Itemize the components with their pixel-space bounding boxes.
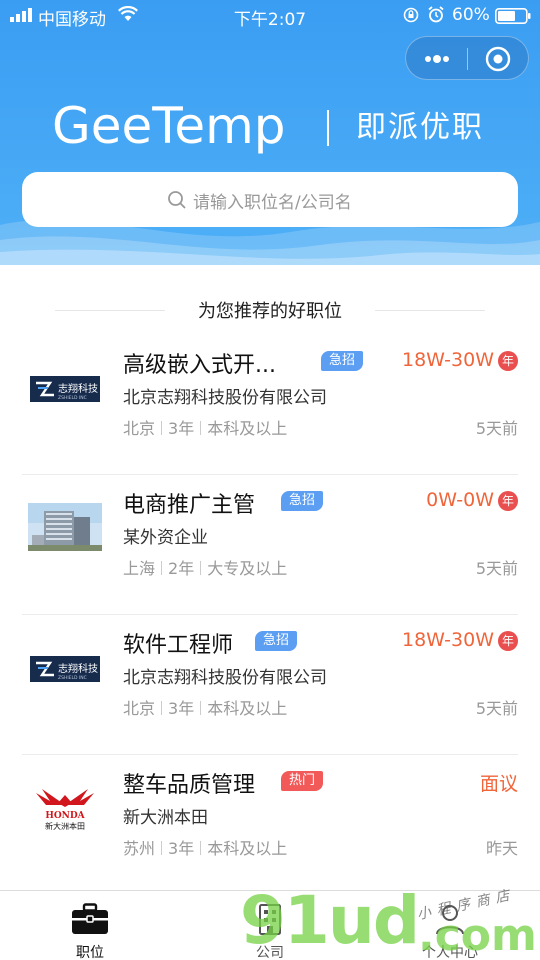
job-tag-badge: 急招	[281, 491, 324, 511]
job-education: 大专及以上	[207, 559, 288, 578]
company-logo-sub: 新大洲本田	[45, 821, 85, 831]
status-bar: 中国移动 下午2:07 60%	[0, 0, 540, 30]
meta-separator	[200, 561, 202, 575]
job-tag-badge: 急招	[255, 631, 298, 651]
job-title: 电商推广主管	[123, 493, 256, 518]
salary-range: 18W-30W	[401, 629, 494, 651]
tab-jobs-label: 职位	[76, 945, 104, 960]
meta-separator	[161, 561, 163, 575]
company-logo-name: 志翔科技	[58, 662, 98, 675]
posted-time: 5天前	[475, 419, 518, 438]
rotation-lock-icon	[403, 7, 419, 23]
job-city: 上海	[123, 559, 156, 578]
company-logo-name: HONDA	[45, 811, 85, 821]
job-experience: 2年	[168, 559, 195, 578]
job-experience: 3年	[168, 839, 195, 858]
meta-separator	[161, 841, 163, 855]
company-logo: 志翔科技 ZSHIELD INC	[28, 365, 102, 413]
logo-english: GeeTemp	[52, 97, 286, 155]
company-name: 新大洲本田	[123, 808, 208, 828]
briefcase-icon	[72, 903, 108, 934]
tab-profile-label: 个人中心	[422, 945, 478, 960]
job-requirements: 上海 2年 大专及以上	[123, 555, 287, 579]
company-logo: 志翔科技 ZSHIELD INC	[28, 645, 102, 693]
job-requirements: 北京 3年 本科及以上	[123, 415, 287, 439]
company-logo-sub: ZSHIELD INC	[58, 675, 87, 681]
posted-time: 5天前	[475, 699, 518, 718]
recommend-section-header: 为您推荐的好职位	[0, 295, 540, 325]
header-banner: 中国移动 下午2:07 60% GeeTemp 即派优职 请输入职位名/公司名	[0, 0, 540, 265]
company-logo	[28, 503, 102, 551]
salary-range: 0W-0W	[426, 489, 494, 511]
battery-percent: 60%	[452, 5, 490, 25]
job-experience: 3年	[168, 699, 195, 718]
salary-unit-badge: 年	[498, 631, 518, 651]
salary-unit-badge: 年	[498, 351, 518, 371]
job-card[interactable]: 志翔科技 ZSHIELD INC 高级嵌入式开... 急招 18W-30W 年北京志翔科技…	[0, 335, 540, 475]
search-placeholder: 请输入职位名/公司名	[193, 193, 352, 213]
capsule-divider	[467, 48, 468, 70]
job-education: 本科及以上	[207, 839, 288, 858]
close-miniprogram-icon[interactable]	[485, 46, 511, 72]
company-logo-name: 志翔科技	[58, 382, 98, 395]
tab-profile[interactable]: 个人中心	[360, 891, 540, 960]
tab-companies[interactable]: 公司	[180, 891, 360, 960]
salary-unit-badge: 年	[498, 491, 518, 511]
posted-time: 昨天	[485, 839, 518, 858]
company-logo: HONDA 新大洲本田	[28, 781, 102, 837]
company-name: 某外资企业	[123, 528, 208, 548]
battery-icon	[495, 8, 531, 24]
posted-time: 5天前	[475, 559, 518, 578]
job-city: 北京	[123, 419, 156, 438]
building-icon	[259, 904, 281, 935]
job-card[interactable]: 志翔科技 ZSHIELD INC 软件工程师 急招 18W-30W 年北京志翔科技股份有限…	[0, 615, 540, 755]
logo-separator	[327, 110, 329, 146]
logo-chinese: 即派优职	[356, 110, 484, 145]
job-education: 本科及以上	[207, 419, 288, 438]
company-name: 北京志翔科技股份有限公司	[123, 668, 327, 688]
job-tag-badge: 热门	[281, 771, 324, 791]
job-title: 高级嵌入式开...	[123, 353, 276, 378]
job-requirements: 苏州 3年 本科及以上	[123, 835, 287, 859]
search-icon	[168, 191, 186, 209]
job-education: 本科及以上	[207, 699, 288, 718]
job-title: 整车品质管理	[123, 773, 256, 798]
search-input[interactable]: 请输入职位名/公司名	[22, 172, 518, 227]
meta-separator	[200, 421, 202, 435]
person-icon	[436, 905, 464, 935]
company-name: 北京志翔科技股份有限公司	[123, 388, 327, 408]
tab-companies-label: 公司	[256, 945, 284, 960]
job-tag-badge: 急招	[321, 351, 364, 371]
alarm-icon	[428, 6, 444, 23]
section-line-right	[375, 310, 485, 311]
tab-jobs[interactable]: 职位	[0, 891, 180, 960]
job-title: 软件工程师	[123, 633, 234, 658]
tab-bar: 职位 公司 个人中心	[0, 890, 540, 960]
job-city: 北京	[123, 699, 156, 718]
salary-range: 18W-30W	[401, 349, 494, 371]
job-requirements: 北京 3年 本科及以上	[123, 695, 287, 719]
meta-separator	[200, 841, 202, 855]
job-city: 苏州	[123, 839, 156, 858]
miniprogram-capsule	[405, 36, 529, 80]
meta-separator	[200, 701, 202, 715]
meta-separator	[161, 421, 163, 435]
brand-logo: GeeTemp 即派优职	[0, 96, 540, 160]
job-experience: 3年	[168, 419, 195, 438]
meta-separator	[161, 701, 163, 715]
more-icon[interactable]	[421, 50, 453, 68]
salary-range: 面议	[479, 773, 518, 795]
job-card[interactable]: 电商推广主管 急招 0W-0W 年某外资企业上海 2年 大专及以上 5天前	[0, 475, 540, 615]
company-logo-sub: ZSHIELD INC	[58, 395, 87, 401]
job-card[interactable]: HONDA 新大洲本田 整车品质管理 热门 面议 新大洲本田 苏州 3年 本科及以上 昨天	[0, 755, 540, 895]
